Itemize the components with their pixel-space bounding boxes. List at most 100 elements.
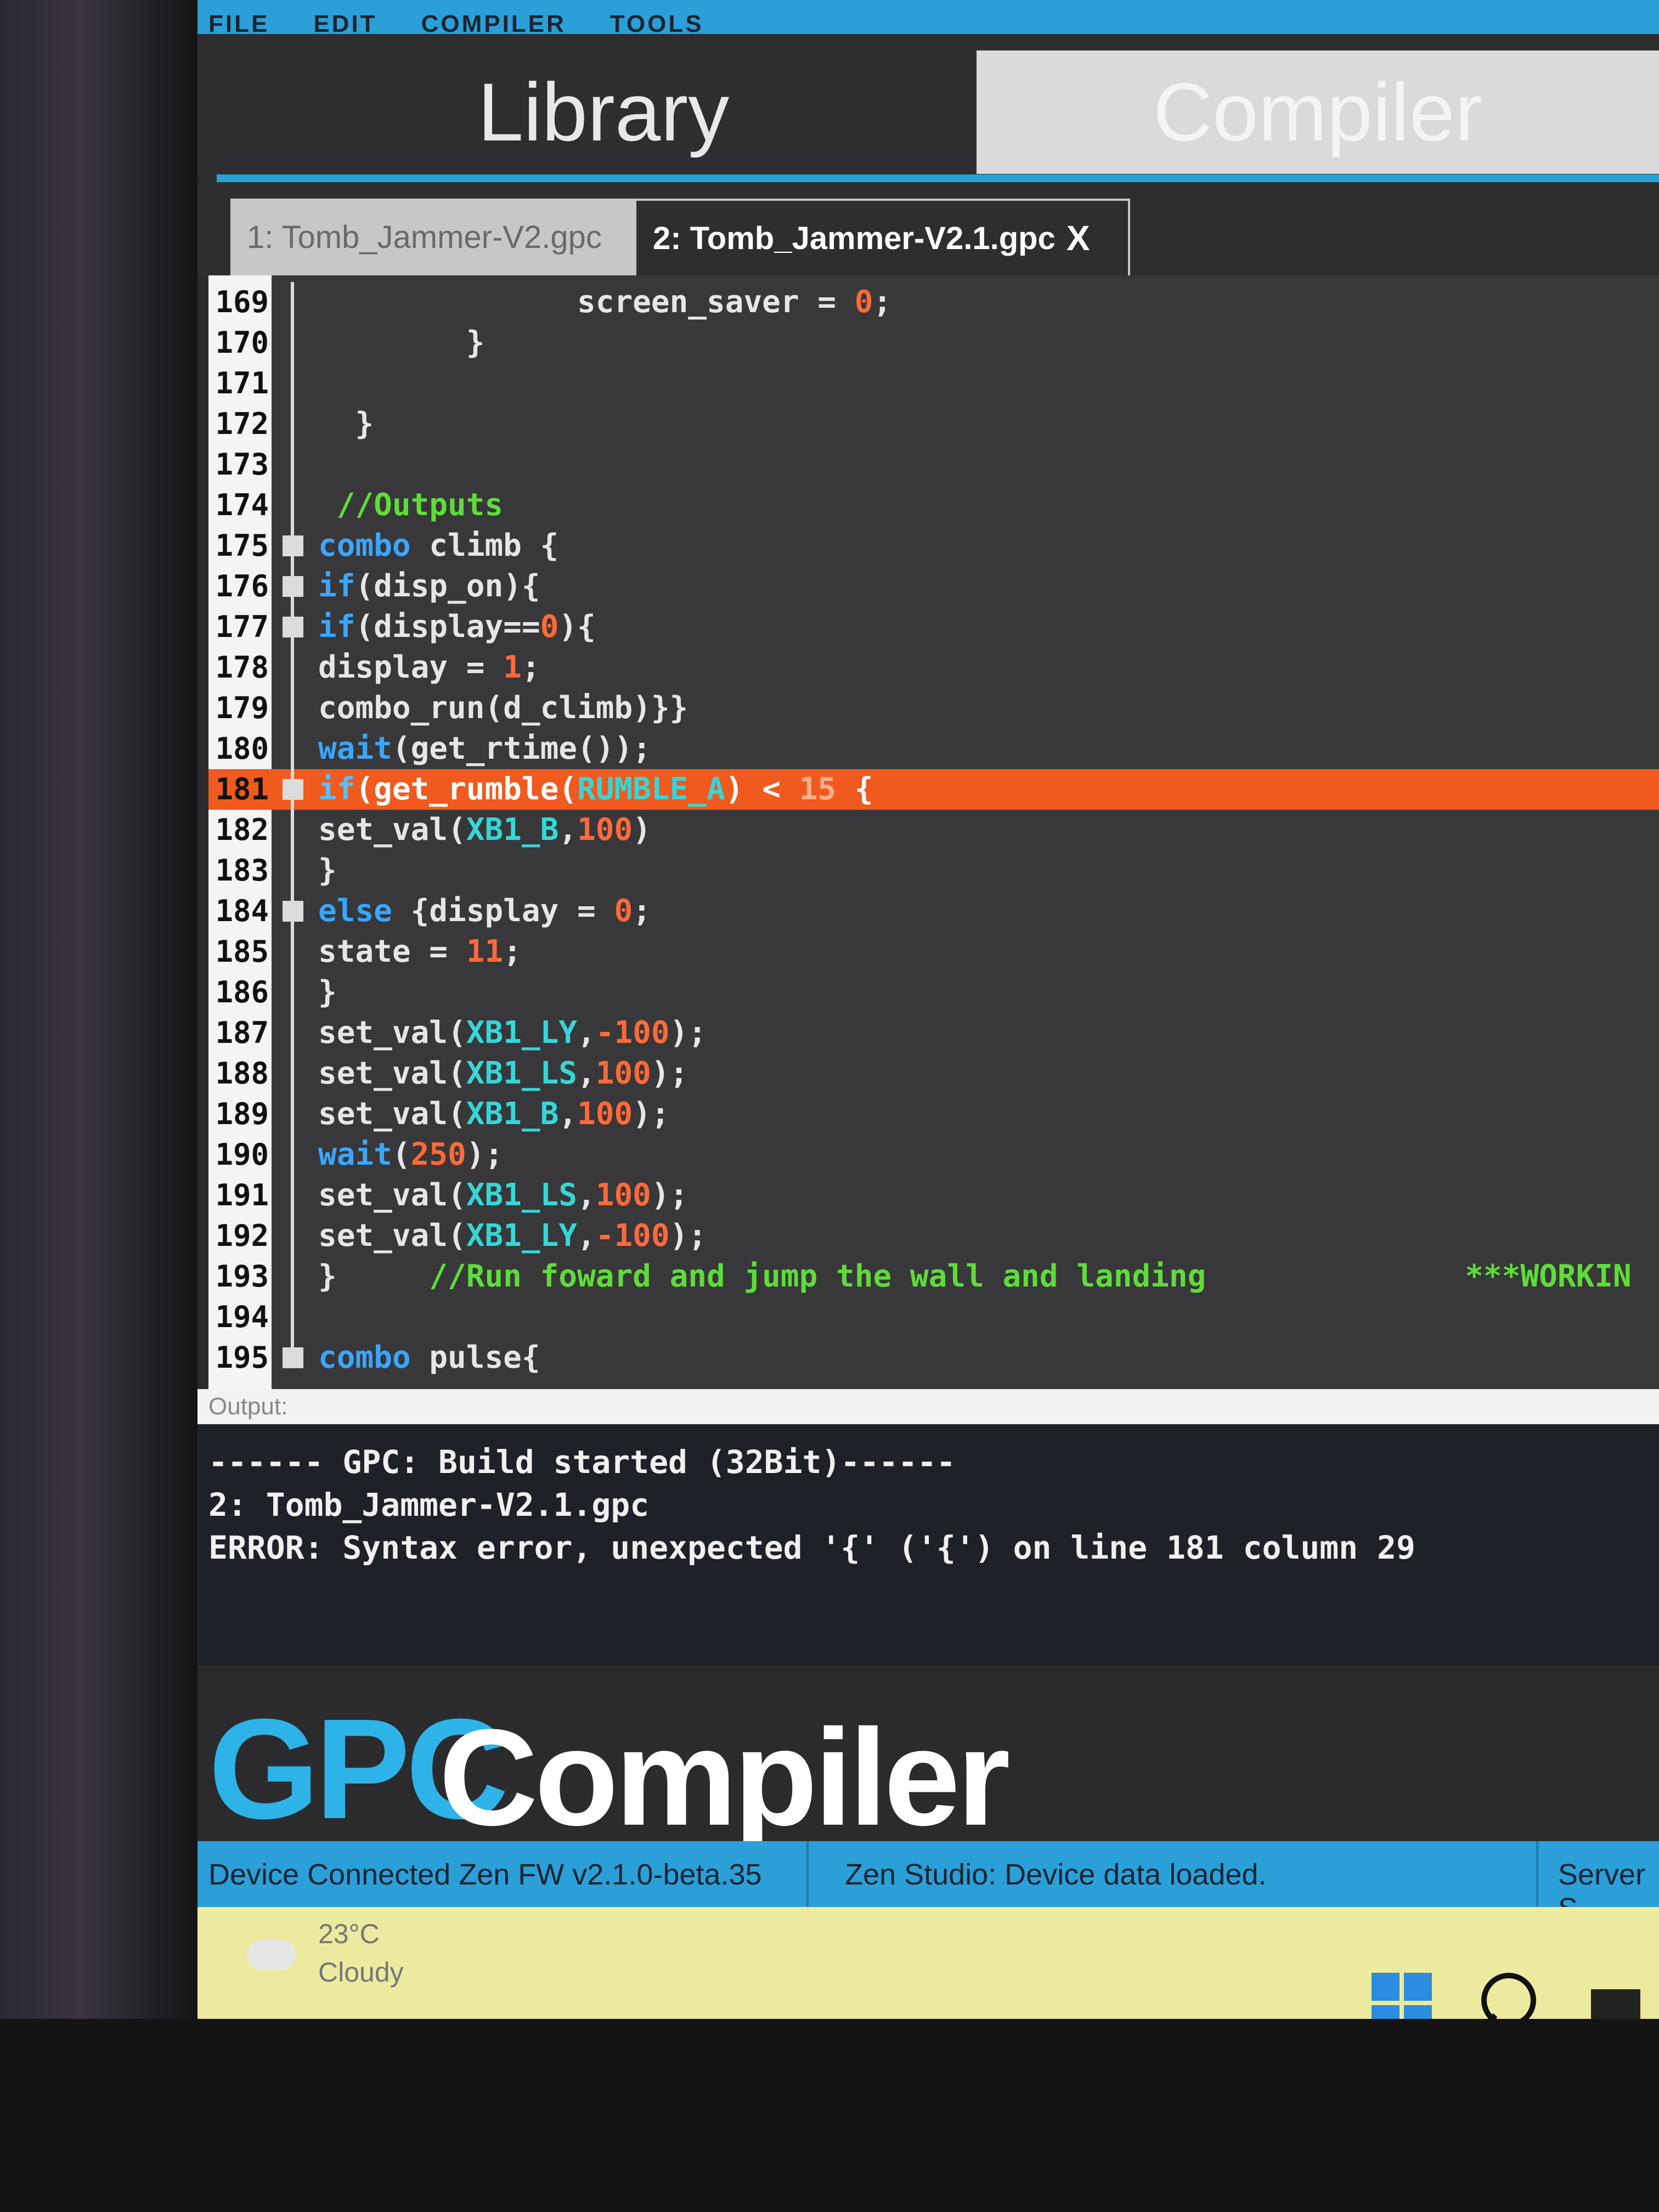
line-number: 178 [215, 650, 269, 685]
code-text: combo climb { [318, 528, 559, 563]
code-line[interactable]: 171 [208, 363, 1659, 404]
code-line[interactable]: 179 combo_run(d_climb)}} [208, 688, 1659, 729]
tab-library[interactable]: Library [219, 50, 988, 174]
weather-temp: 23°C [318, 1918, 380, 1949]
code-text: } [318, 974, 337, 1010]
code-line[interactable]: 170 } [208, 323, 1659, 363]
file-tab-1-label: 1: Tomb_Jammer-V2.gpc [247, 219, 602, 255]
code-line[interactable]: 180 wait(get_rtime()); [208, 729, 1659, 769]
menu-edit[interactable]: EDIT [313, 12, 377, 36]
code-line[interactable]: 172 } [208, 404, 1659, 444]
output-line: ------ GPC: Build started (32Bit)------ [208, 1443, 956, 1481]
code-line[interactable]: 178 display = 1; [208, 647, 1659, 688]
code-text: set_val(XB1_B,100); [318, 1096, 670, 1132]
status-zen: Zen Studio: Device data loaded. [845, 1858, 1267, 1891]
main-tabs: Library Compiler [198, 34, 1659, 177]
line-number: 175 [215, 528, 269, 563]
code-line[interactable]: 192 set_val(XB1_LY,-100); [208, 1216, 1659, 1256]
fold-guide-line [291, 282, 294, 1356]
menu-file[interactable]: FILE [208, 12, 269, 36]
output-error-line: ERROR: Syntax error, unexpected '{' ('{'… [208, 1529, 1415, 1566]
line-number: 188 [215, 1056, 269, 1091]
code-line[interactable]: 194 [208, 1297, 1659, 1338]
output-line: 2: Tomb_Jammer-V2.1.gpc [208, 1486, 650, 1523]
code-line-error[interactable]: 181 if(get_rumble(RUMBLE_A) < 15 { [208, 769, 1659, 810]
file-tab-2[interactable]: 2: Tomb_Jammer-V2.1.gpc X [636, 199, 1130, 275]
code-line[interactable]: 189 set_val(XB1_B,100); [208, 1094, 1659, 1135]
brand-compiler: Compiler [439, 1701, 1010, 1854]
line-number: 183 [215, 853, 269, 888]
code-line[interactable]: 169 screen_saver = 0; [208, 282, 1659, 323]
code-line[interactable]: 191 set_val(XB1_LS,100); [208, 1175, 1659, 1216]
status-bar: Device Connected Zen FW v2.1.0-beta.35 Z… [198, 1841, 1659, 1925]
code-line[interactable]: 177 if(display==0){ [208, 607, 1659, 647]
line-number: 179 [215, 691, 269, 725]
code-line[interactable]: 176 if(disp_on){ [208, 566, 1659, 607]
close-tab-icon[interactable]: X [1066, 218, 1090, 258]
line-number: 191 [215, 1178, 269, 1212]
code-text: } [318, 406, 374, 442]
code-line[interactable]: 190 wait(250); [208, 1135, 1659, 1175]
code-text: combo_run(d_climb)}} [318, 690, 689, 726]
menu-bar: FILE EDIT COMPILER TOOLS [198, 0, 1659, 36]
line-number: 195 [215, 1340, 269, 1375]
line-number: 170 [215, 325, 269, 360]
status-device: Device Connected Zen FW v2.1.0-beta.35 [208, 1858, 762, 1891]
code-text: display = 1; [318, 650, 540, 685]
line-number: 187 [215, 1015, 269, 1050]
code-text: state = 11; [318, 934, 522, 969]
code-text: wait(250); [318, 1137, 504, 1172]
gpc-compiler-window: FILE EDIT COMPILER TOOLS Library Compile… [198, 0, 1659, 2033]
code-text: set_val(XB1_LY,-100); [318, 1015, 707, 1051]
line-number: 189 [215, 1097, 269, 1131]
code-line[interactable]: 186} [208, 972, 1659, 1013]
tab-underline [217, 174, 1659, 182]
code-line[interactable]: 173 [208, 444, 1659, 485]
line-number: 180 [215, 731, 269, 766]
line-number: 186 [215, 975, 269, 1009]
code-line[interactable]: 183} [208, 850, 1659, 891]
code-text: set_val(XB1_LS,100); [318, 1056, 689, 1091]
code-line[interactable]: 184 else {display = 0; [208, 891, 1659, 932]
code-line[interactable]: 188 set_val(XB1_LS,100); [208, 1053, 1659, 1094]
menu-tools[interactable]: TOOLS [610, 12, 704, 36]
brand-banner: GPC Compiler [198, 1666, 1659, 1854]
code-line[interactable]: 175 combo climb { [208, 526, 1659, 566]
line-number: 192 [215, 1218, 269, 1253]
line-number: 190 [215, 1137, 269, 1172]
tab-compiler[interactable]: Compiler [977, 50, 1659, 174]
menu-compiler[interactable]: COMPILER [421, 12, 566, 36]
code-text: wait(get_rtime()); [318, 731, 651, 766]
output-label: Output: [198, 1389, 1659, 1424]
code-text: set_val(XB1_LS,100); [318, 1177, 689, 1213]
file-tab-1[interactable]: 1: Tomb_Jammer-V2.gpc [230, 199, 636, 275]
output-panel[interactable]: ------ GPC: Build started (32Bit)------ 2… [198, 1424, 1659, 1666]
file-tab-2-label: 2: Tomb_Jammer-V2.1.gpc [653, 220, 1056, 256]
line-number: 169 [215, 285, 269, 319]
code-line[interactable]: 185 state = 11; [208, 932, 1659, 972]
code-editor[interactable]: 169 screen_saver = 0; 170 } 171 172 } 173 174… [208, 275, 1659, 1389]
code-text: } [318, 325, 485, 360]
code-text: combo pulse{ [318, 1340, 540, 1375]
code-line[interactable]: 174 //Outputs [208, 485, 1659, 526]
code-text: set_val(XB1_LY,-100); [318, 1218, 707, 1254]
file-tabs: 1: Tomb_Jammer-V2.gpc 2: Tomb_Jammer-V2.… [198, 182, 1659, 275]
code-line[interactable]: 187 set_val(XB1_LY,-100); [208, 1013, 1659, 1053]
code-text: if(disp_on){ [318, 568, 540, 604]
line-number: 184 [215, 894, 269, 928]
weather-condition: Cloudy [318, 1957, 404, 1988]
code-text: } [318, 853, 337, 888]
code-line[interactable]: 182 set_val(XB1_B,100) [208, 810, 1659, 850]
code-line[interactable]: 195 combo pulse{ [208, 1338, 1659, 1378]
line-number: 177 [215, 610, 269, 644]
line-number: 185 [215, 934, 269, 969]
monitor-bezel-bottom [0, 2019, 1659, 2212]
status-divider [806, 1841, 809, 1907]
code-text: set_val(XB1_B,100) [318, 812, 651, 848]
taskbar: 23°C Cloudy [198, 1907, 1659, 2033]
code-text: } //Run foward and jump the wall and lan… [318, 1259, 1632, 1294]
line-number: 194 [215, 1300, 269, 1334]
code-line[interactable]: 193} //Run foward and jump the wall and … [208, 1256, 1659, 1297]
line-number: 176 [215, 569, 269, 603]
line-number: 171 [215, 366, 269, 400]
